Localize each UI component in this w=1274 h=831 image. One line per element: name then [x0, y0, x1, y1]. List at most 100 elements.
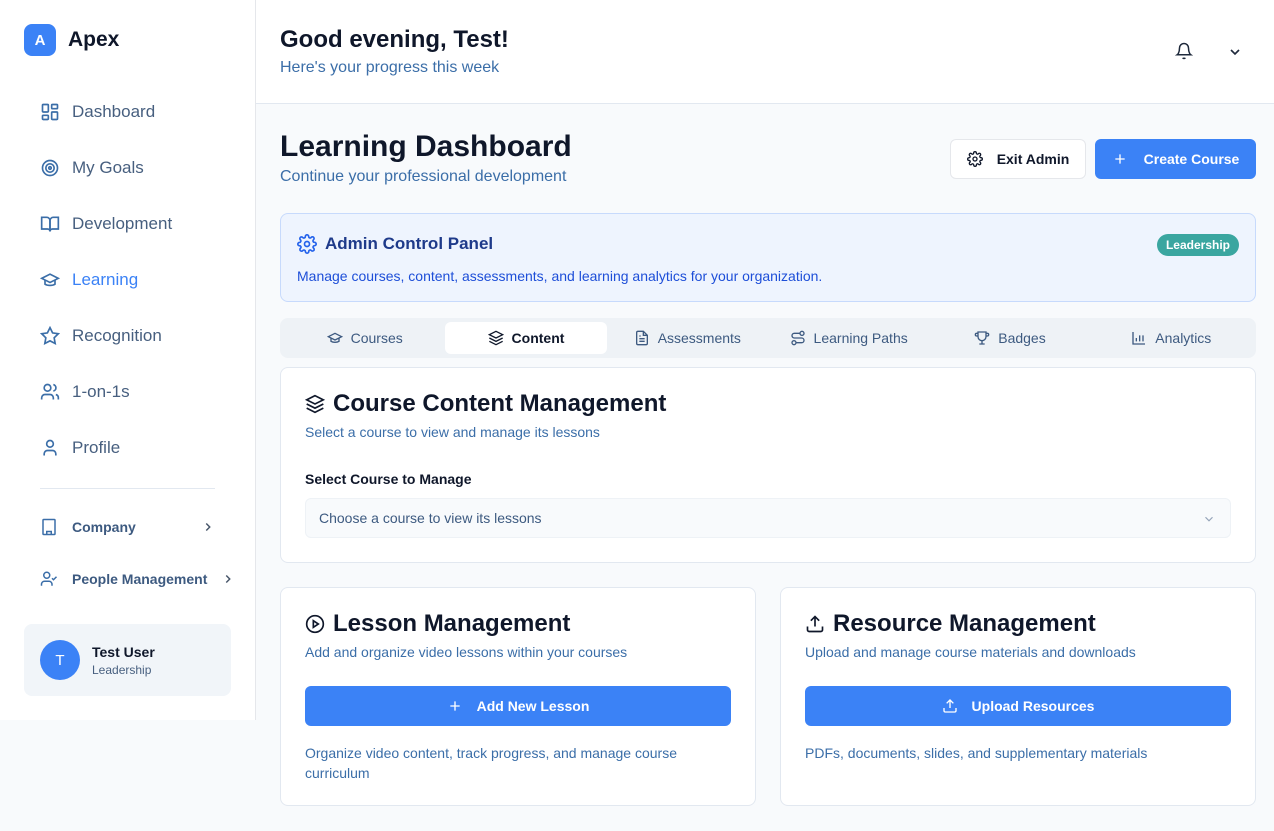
admin-panel-title: Admin Control Panel	[297, 234, 493, 254]
sidebar-item-1-on-1s[interactable]: 1-on-1s	[24, 364, 232, 420]
tab-label: Badges	[998, 330, 1046, 346]
card-title-text: Course Content Management	[333, 390, 667, 417]
brand-logo: A	[24, 24, 56, 56]
tab-label: Courses	[350, 330, 403, 346]
add-new-lesson-button[interactable]: Add New Lesson	[305, 686, 731, 726]
tab-label: Analytics	[1155, 330, 1212, 346]
user-icon	[40, 438, 60, 458]
route-icon	[790, 330, 806, 346]
upload-resources-button[interactable]: Upload Resources	[805, 686, 1231, 726]
sidebar: A Apex Dashboard My Goals Development Le…	[0, 0, 256, 720]
card-title-text: Resource Management	[833, 610, 1096, 637]
course-select-placeholder: Choose a course to view its lessons	[319, 510, 542, 526]
sidebar-item-learning[interactable]: Learning	[24, 252, 232, 308]
sidebar-item-label: Learning	[72, 270, 139, 289]
plus-icon	[447, 698, 463, 714]
select-course-label: Select Course to Manage	[305, 471, 472, 487]
people-icon	[40, 570, 58, 588]
tab-assessments[interactable]: Assessments	[607, 322, 768, 354]
tab-badges[interactable]: Badges	[929, 322, 1090, 354]
sidebar-section-label: People Management	[72, 571, 208, 587]
layers-icon	[487, 330, 504, 346]
sidebar-divider	[40, 488, 215, 489]
brand-name: Apex	[68, 28, 120, 51]
sidebar-item-label: 1-on-1s	[72, 382, 130, 401]
dashboard-icon	[40, 102, 60, 122]
building-icon	[40, 518, 58, 536]
card-note: PDFs, documents, slides, and supplementa…	[805, 745, 1148, 761]
sidebar-item-label: Profile	[72, 438, 121, 457]
upload-resources-label: Upload Resources	[971, 698, 1095, 714]
sidebar-nav: Dashboard My Goals Development Learning …	[24, 84, 232, 476]
top-header: Good evening, Test! Here's your progress…	[256, 0, 1274, 104]
sidebar-section-people-management[interactable]: People Management	[24, 559, 239, 599]
sidebar-footer-space	[0, 720, 256, 831]
user-role: Leadership	[92, 662, 152, 677]
create-course-button[interactable]: Create Course	[1095, 139, 1256, 179]
tab-label: Assessments	[657, 330, 741, 346]
upload-icon	[805, 614, 825, 634]
graduation-cap-icon	[326, 330, 343, 346]
graduation-cap-icon	[40, 270, 60, 290]
card-subtitle: Select a course to view and manage its l…	[305, 424, 600, 440]
card-title: Resource Management	[805, 610, 1096, 638]
play-circle-icon	[305, 614, 325, 634]
sidebar-item-profile[interactable]: Profile	[24, 420, 232, 476]
tab-analytics[interactable]: Analytics	[1091, 322, 1252, 354]
avatar: T	[40, 640, 80, 680]
file-text-icon	[634, 330, 650, 346]
sidebar-item-label: Dashboard	[72, 102, 156, 121]
create-course-label: Create Course	[1143, 151, 1240, 167]
admin-panel-description: Manage courses, content, assessments, an…	[297, 268, 823, 284]
bell-icon[interactable]	[1175, 42, 1193, 60]
page-title: Learning Dashboard	[280, 130, 572, 163]
plus-icon	[1112, 151, 1128, 167]
sidebar-section-label: Company	[72, 519, 136, 535]
tab-label: Content	[511, 330, 565, 346]
book-icon	[40, 214, 60, 234]
chevron-right-icon	[221, 572, 235, 586]
exit-admin-button[interactable]: Exit Admin	[950, 139, 1086, 179]
gear-icon	[966, 151, 983, 167]
card-title: Course Content Management	[305, 390, 666, 418]
resource-management-card: Resource Management Upload and manage co…	[780, 587, 1256, 806]
tab-courses[interactable]: Courses	[284, 322, 445, 354]
bar-chart-icon	[1131, 330, 1147, 346]
user-name: Test User	[92, 643, 155, 660]
sidebar-item-recognition[interactable]: Recognition	[24, 308, 232, 364]
user-card[interactable]: T Test User Leadership	[24, 624, 231, 696]
trophy-icon	[974, 330, 990, 346]
card-title: Lesson Management	[305, 610, 570, 638]
card-note: Organize video content, track progress, …	[305, 745, 677, 781]
users-icon	[40, 382, 60, 402]
greeting-subtitle: Here's your progress this week	[280, 59, 500, 76]
sidebar-section-company[interactable]: Company	[24, 507, 239, 547]
sidebar-item-development[interactable]: Development	[24, 196, 232, 252]
chevron-down-icon[interactable]	[1227, 44, 1243, 60]
sidebar-item-dashboard[interactable]: Dashboard	[24, 84, 232, 140]
admin-tabs: Courses Content Assessments Learning Pat…	[280, 318, 1256, 358]
sidebar-item-label: Development	[72, 214, 173, 233]
sidebar-item-my-goals[interactable]: My Goals	[24, 140, 232, 196]
layers-icon	[305, 394, 325, 414]
sidebar-item-label: My Goals	[72, 158, 144, 177]
add-new-lesson-label: Add New Lesson	[476, 698, 590, 714]
card-subtitle: Upload and manage course materials and d…	[805, 644, 1136, 660]
exit-admin-label: Exit Admin	[996, 151, 1070, 167]
page-subtitle: Continue your professional development	[280, 168, 567, 185]
sidebar-item-label: Recognition	[72, 326, 162, 345]
gear-icon	[297, 234, 317, 254]
course-content-card: Course Content Management Select a cours…	[280, 367, 1256, 563]
brand[interactable]: A Apex	[24, 24, 119, 56]
target-icon	[40, 158, 60, 178]
tab-learning-paths[interactable]: Learning Paths	[768, 322, 929, 354]
tab-content[interactable]: Content	[445, 322, 607, 354]
card-subtitle: Add and organize video lessons within yo…	[305, 644, 628, 660]
tab-label: Learning Paths	[813, 330, 908, 346]
admin-control-panel: Admin Control Panel Manage courses, cont…	[280, 213, 1256, 302]
role-badge: Leadership	[1156, 234, 1239, 256]
chevron-right-icon	[201, 520, 215, 534]
card-title-text: Lesson Management	[333, 610, 571, 637]
greeting-title: Good evening, Test!	[280, 26, 509, 53]
course-select[interactable]: Choose a course to view its lessons	[305, 498, 1231, 538]
